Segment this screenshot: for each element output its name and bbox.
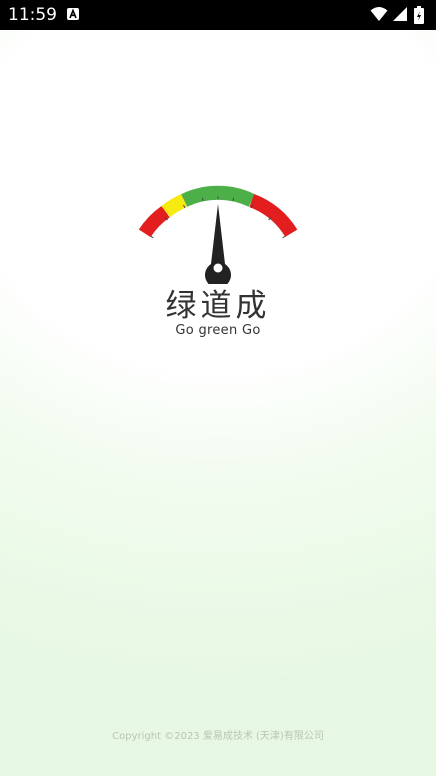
speedometer-gauge-icon [138, 185, 298, 284]
app-slogan: Go green Go [175, 323, 261, 338]
app-title: 绿道成 [165, 288, 271, 324]
splash-logo: 绿道成 Go green Go [130, 180, 306, 340]
copyright-text: Copyright ©2023 爱易成技术 (天津)有限公司 [112, 731, 324, 742]
signal-icon [392, 6, 408, 26]
battery-icon [414, 6, 424, 28]
status-bar: 11:59 [0, 0, 436, 30]
notification-a-icon [67, 8, 79, 20]
status-time: 11:59 [8, 5, 57, 25]
wifi-icon [370, 6, 388, 26]
